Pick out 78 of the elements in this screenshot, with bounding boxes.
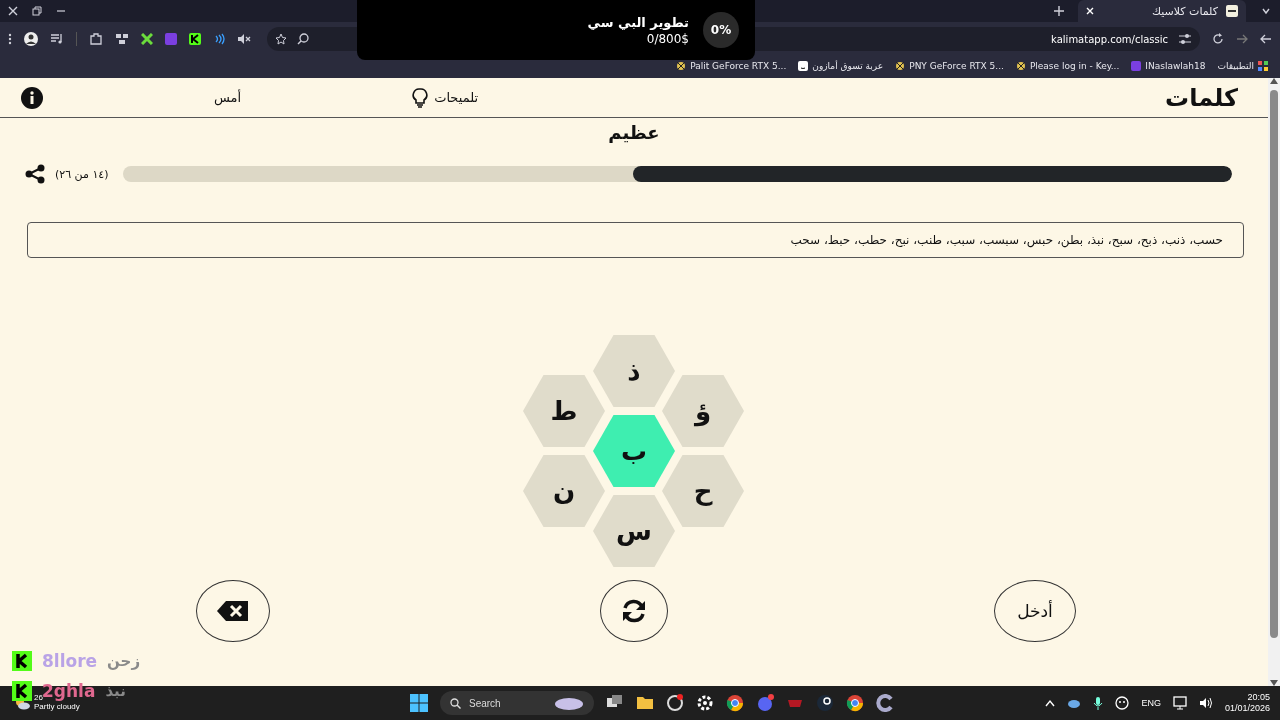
chat-message: زحن bbox=[107, 652, 141, 670]
clock-time[interactable]: 20:05 bbox=[1247, 691, 1270, 703]
search-icon bbox=[450, 697, 461, 709]
microphone-icon[interactable] bbox=[1093, 696, 1104, 710]
k-logo-icon[interactable] bbox=[189, 33, 201, 45]
playlist-icon[interactable] bbox=[50, 33, 64, 45]
letter-hex[interactable]: ط bbox=[523, 375, 605, 447]
gear-icon[interactable] bbox=[696, 694, 714, 712]
restore-icon[interactable] bbox=[32, 6, 42, 16]
goal-amount: 0/800$ bbox=[646, 31, 689, 46]
bookmark-link[interactable]: Please log in - Key... bbox=[1029, 61, 1120, 71]
back-icon[interactable] bbox=[1236, 33, 1248, 45]
forward-icon[interactable] bbox=[1260, 33, 1272, 45]
grid-extension-icon[interactable] bbox=[115, 33, 129, 45]
url-text[interactable]: kalimatapp.com/classic bbox=[1051, 33, 1168, 45]
language-indicator[interactable]: ENG bbox=[1141, 698, 1161, 708]
share-icon[interactable] bbox=[25, 164, 45, 184]
record-app-icon[interactable] bbox=[666, 694, 684, 712]
cloud-icon[interactable] bbox=[1067, 697, 1082, 709]
letter-hex[interactable]: ن bbox=[523, 455, 605, 527]
nav-link[interactable]: تلميحات bbox=[412, 87, 479, 108]
emoji-icon[interactable] bbox=[1115, 696, 1130, 710]
nav-link[interactable]: أمس bbox=[214, 90, 242, 105]
app-logo: كلمات bbox=[1165, 83, 1238, 112]
search-field[interactable]: Search bbox=[440, 691, 594, 715]
k-logo-icon bbox=[12, 651, 32, 671]
letter-hex[interactable]: ح bbox=[662, 455, 744, 527]
goal-title: تطوير البي سي bbox=[587, 14, 689, 30]
extensions-icon[interactable] bbox=[89, 32, 103, 46]
letter-hex[interactable]: ب bbox=[593, 415, 675, 487]
found-words: حسب، ذنب، ذبح، سبح، نبذ، بطن، حبس، سبسب، سبب، طنب، نبح، حطب، حبط، سحب bbox=[790, 233, 1223, 247]
star-icon[interactable] bbox=[275, 33, 287, 45]
goal-percent: 0% bbox=[703, 12, 739, 48]
bookmark-icon bbox=[676, 61, 687, 71]
scrollbar-thumb[interactable] bbox=[1270, 90, 1278, 638]
info-icon[interactable] bbox=[20, 85, 44, 110]
letter-hex[interactable]: ؤ bbox=[662, 375, 744, 447]
chevron-up-icon[interactable] bbox=[1045, 699, 1056, 707]
chat-app-icon[interactable] bbox=[756, 694, 774, 712]
letter-hex[interactable]: ذ bbox=[593, 335, 675, 407]
site-settings-icon[interactable] bbox=[1178, 33, 1192, 45]
bookmark-icon bbox=[1131, 61, 1142, 71]
word-count: (١٤ من ٢٦) bbox=[55, 167, 109, 181]
cloud-blob-icon bbox=[554, 696, 584, 710]
bookmark-icon bbox=[1015, 61, 1026, 71]
reload-icon[interactable] bbox=[1212, 33, 1224, 45]
bookmark-link[interactable]: التطبيقات bbox=[1217, 61, 1254, 71]
apps-grid-icon[interactable] bbox=[1258, 61, 1268, 71]
rank-label: عظيم bbox=[608, 122, 660, 143]
bookmark-link[interactable]: Palit GeForce RTX 5... bbox=[690, 61, 787, 71]
network-icon[interactable] bbox=[1172, 696, 1187, 710]
cross-extension-icon[interactable] bbox=[141, 33, 153, 45]
weather-text: Partly cloudy bbox=[34, 703, 80, 712]
letter-hex[interactable]: س bbox=[593, 495, 675, 567]
wave-icon[interactable] bbox=[213, 33, 225, 45]
menu-icon[interactable] bbox=[8, 33, 12, 45]
backspace-icon bbox=[216, 600, 250, 622]
bookmark-link[interactable]: INaslawlah18 bbox=[1145, 61, 1206, 71]
chat-message: نبذ bbox=[105, 682, 126, 700]
bookmark-link[interactable]: عربة تسوق أمازون bbox=[812, 61, 884, 71]
bookmark-link[interactable]: PNY GeForce RTX 5... bbox=[909, 61, 1004, 71]
bookmark-icon bbox=[798, 61, 809, 71]
k-logo-icon bbox=[12, 681, 32, 701]
mute-icon[interactable] bbox=[237, 33, 251, 45]
refresh-icon bbox=[620, 597, 648, 625]
volume-icon[interactable] bbox=[1198, 697, 1213, 709]
close-icon[interactable] bbox=[8, 6, 18, 16]
zoom-icon[interactable] bbox=[297, 33, 309, 45]
favicon-icon bbox=[1226, 5, 1238, 17]
new-tab-icon[interactable] bbox=[1053, 6, 1064, 16]
windows-start-icon[interactable] bbox=[410, 694, 428, 712]
bookmark-icon bbox=[895, 61, 906, 71]
folder-icon[interactable] bbox=[636, 694, 654, 712]
lightbulb-icon bbox=[412, 87, 429, 108]
browser-tab[interactable]: كلمات كلاسيك bbox=[1077, 0, 1246, 22]
chat-username: 8llore bbox=[42, 651, 98, 671]
profile-icon[interactable] bbox=[24, 32, 38, 46]
clock-date[interactable]: 01/01/2026 bbox=[1224, 703, 1270, 715]
